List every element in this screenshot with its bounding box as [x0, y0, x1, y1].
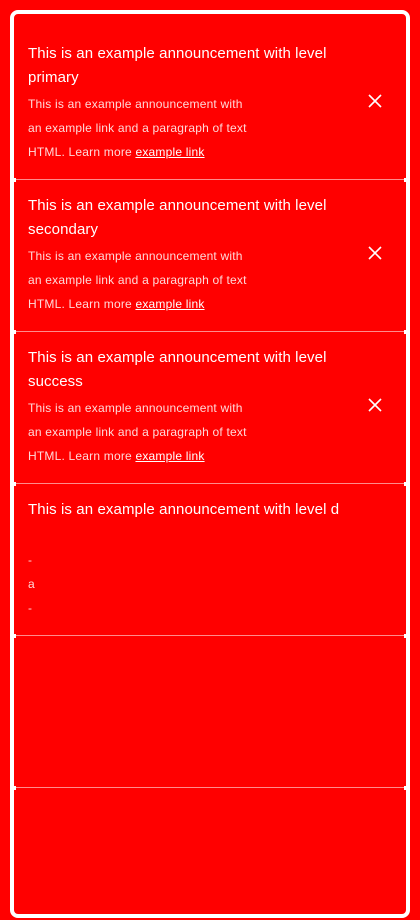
divider-tick [404, 178, 408, 182]
close-icon [366, 92, 384, 110]
divider-tick [404, 482, 408, 486]
announcement-other: This is an example announcement with lev… [16, 484, 404, 636]
announcement-list: This is an example announcement with lev… [16, 28, 404, 900]
body-line: a [28, 577, 35, 591]
body-line: an example link and a paragraph of text [28, 425, 247, 439]
close-button[interactable] [366, 244, 384, 262]
body-line: HTML. Learn more [28, 449, 132, 463]
close-icon [366, 396, 384, 414]
body-line: - [28, 553, 33, 567]
announcement-link[interactable]: example link [135, 145, 204, 159]
divider-tick [12, 330, 16, 334]
divider-tick [404, 330, 408, 334]
body-line: an example link and a paragraph of text [28, 273, 247, 287]
divider-tick [404, 786, 408, 790]
announcement-body: This is an example announcement with an … [28, 396, 328, 468]
body-line: This is an example announcement with [28, 401, 243, 415]
announcement-link[interactable]: example link [135, 297, 204, 311]
announcement-empty-slot [16, 788, 404, 900]
divider-tick [404, 634, 408, 638]
announcement-title: This is an example announcement with lev… [28, 501, 340, 518]
close-button[interactable] [366, 92, 384, 110]
body-line: - [28, 601, 33, 615]
announcement-success: This is an example announcement with lev… [16, 332, 404, 484]
close-button[interactable] [366, 396, 384, 414]
body-line: HTML. Learn more [28, 145, 132, 159]
announcement-body: This is an example announcement with an … [28, 244, 328, 316]
announcement-primary: This is an example announcement with lev… [16, 28, 404, 180]
divider-tick [12, 634, 16, 638]
body-line: an example link and a paragraph of text [28, 121, 247, 135]
close-icon [366, 244, 384, 262]
announcement-body: This is an example announcement with an … [28, 92, 328, 164]
body-line-with-link: HTML. Learn more example link [28, 444, 328, 468]
announcement-link[interactable]: example link [135, 449, 204, 463]
body-line: This is an example announcement with [28, 97, 243, 111]
body-line-with-link: HTML. Learn more example link [28, 140, 328, 164]
announcement-empty-slot [16, 636, 404, 788]
divider-tick [12, 786, 16, 790]
divider-tick [12, 178, 16, 182]
body-line-with-link: HTML. Learn more example link [28, 292, 328, 316]
body-line: This is an example announcement with [28, 249, 243, 263]
announcement-title: This is an example announcement with lev… [28, 197, 327, 238]
announcement-title: This is an example announcement with lev… [28, 45, 327, 86]
announcement-secondary: This is an example announcement with lev… [16, 180, 404, 332]
announcement-body: - a - [28, 548, 328, 620]
announcement-title: This is an example announcement with lev… [28, 349, 327, 390]
body-line: HTML. Learn more [28, 297, 132, 311]
divider-tick [12, 482, 16, 486]
